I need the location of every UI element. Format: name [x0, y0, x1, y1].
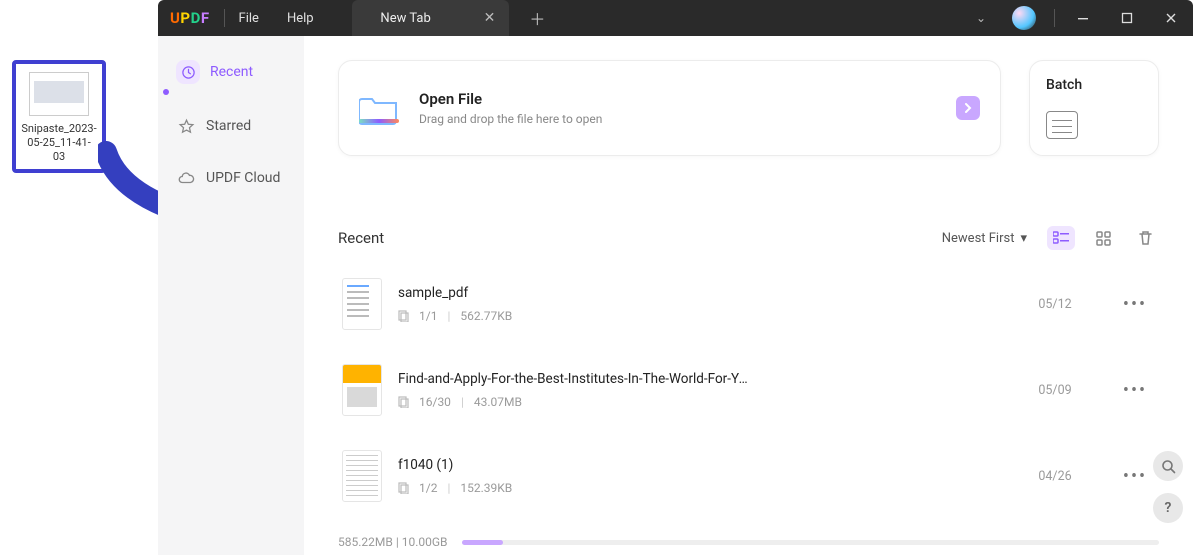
file-thumbnail	[342, 278, 382, 330]
open-file-title: Open File	[419, 90, 602, 108]
file-date: 05/12	[995, 297, 1115, 312]
meta-separator: |	[447, 309, 450, 323]
file-meta: 1/1 | 562.77KB	[398, 309, 995, 323]
file-meta: 16/30 | 43.07MB	[398, 395, 995, 409]
view-grid-button[interactable]	[1089, 226, 1117, 250]
file-info: f1040 (1) 1/2 | 152.39KB	[398, 457, 995, 495]
open-file-text: Open File Drag and drop the file here to…	[419, 90, 602, 126]
desktop-file-icon[interactable]: Snipaste_2023-05-25_11-41-03	[12, 60, 106, 173]
file-info: Find-and-Apply-For-the-Best-Institutes-I…	[398, 371, 995, 409]
recent-header: Recent Newest First ▾	[338, 226, 1159, 250]
sidebar-item-label: Starred	[206, 118, 251, 134]
app-window: UPDF File Help New Tab ✕ ＋ ⌄	[158, 0, 1193, 555]
main-area: Open File Drag and drop the file here to…	[304, 36, 1193, 555]
meta-separator: |	[447, 481, 450, 495]
pages-icon	[398, 482, 409, 494]
titlebar-separator	[1054, 9, 1055, 27]
window-close-button[interactable]	[1149, 0, 1193, 36]
user-avatar[interactable]	[1012, 6, 1036, 30]
file-name: f1040 (1)	[398, 457, 748, 473]
help-icon: ?	[1165, 500, 1172, 516]
file-pages: 1/1	[419, 309, 437, 323]
storage-text: 585.22MB | 10.00GB	[338, 535, 448, 549]
help-fab[interactable]: ?	[1153, 493, 1183, 523]
file-pages: 1/2	[419, 481, 437, 495]
file-size: 152.39KB	[460, 481, 512, 495]
file-more-button[interactable]: •••	[1115, 380, 1155, 401]
sort-label: Newest First	[942, 231, 1015, 246]
recent-section-title: Recent	[338, 229, 384, 247]
titlebar-separator	[224, 9, 225, 27]
storage-bar: 585.22MB | 10.00GB	[338, 535, 1159, 549]
file-name: Find-and-Apply-For-the-Best-Institutes-I…	[398, 371, 748, 387]
folder-icon	[359, 91, 399, 125]
new-tab-button[interactable]: ＋	[529, 6, 545, 30]
sidebar-item-recent[interactable]: Recent	[168, 54, 294, 90]
view-list-button[interactable]	[1047, 226, 1075, 250]
desktop-file-thumbnail	[29, 72, 89, 116]
sidebar-item-starred[interactable]: Starred	[168, 110, 294, 142]
menu-help[interactable]: Help	[287, 11, 314, 26]
app-logo: UPDF	[170, 9, 210, 27]
file-meta: 1/2 | 152.39KB	[398, 481, 995, 495]
open-file-arrow-icon	[956, 96, 980, 120]
file-name: sample_pdf	[398, 285, 748, 301]
pages-icon	[398, 310, 409, 322]
top-cards-row: Open File Drag and drop the file here to…	[338, 60, 1159, 156]
floating-buttons: ?	[1153, 451, 1183, 523]
sidebar-item-label: Recent	[210, 64, 253, 80]
sidebar-item-label: UPDF Cloud	[206, 170, 280, 186]
search-fab[interactable]	[1153, 451, 1183, 481]
star-icon	[176, 116, 196, 136]
view-toggle-group	[1047, 226, 1159, 250]
file-row[interactable]: Find-and-Apply-For-the-Best-Institutes-I…	[338, 350, 1159, 430]
window-controls	[1061, 0, 1193, 36]
file-row[interactable]: f1040 (1) 1/2 | 152.39KB 04/26 •••	[338, 436, 1159, 516]
file-date: 04/26	[995, 469, 1115, 484]
open-file-subtitle: Drag and drop the file here to open	[419, 112, 602, 126]
sidebar: Recent Starred UPDF Cloud	[158, 36, 304, 555]
window-minimize-button[interactable]	[1061, 0, 1105, 36]
file-size: 43.07MB	[474, 395, 522, 409]
tab-title: New Tab	[366, 11, 446, 26]
batch-icon	[1046, 111, 1078, 139]
sidebar-active-indicator	[163, 89, 169, 95]
file-info: sample_pdf 1/1 | 562.77KB	[398, 285, 995, 323]
batch-card[interactable]: Batch	[1029, 60, 1159, 156]
batch-title: Batch	[1046, 77, 1142, 93]
window-maximize-button[interactable]	[1105, 0, 1149, 36]
file-pages: 16/30	[419, 395, 451, 409]
menu-file[interactable]: File	[239, 11, 259, 26]
sidebar-item-cloud[interactable]: UPDF Cloud	[168, 162, 294, 194]
titlebar-right: ⌄	[962, 0, 1193, 36]
desktop-file-name: Snipaste_2023-05-25_11-41-03	[21, 122, 96, 163]
tab-close-icon[interactable]: ✕	[484, 10, 496, 26]
file-list: sample_pdf 1/1 | 562.77KB 05/12 •••	[338, 264, 1159, 516]
pages-icon	[398, 396, 409, 408]
tab-new-tab[interactable]: New Tab ✕	[352, 0, 510, 36]
clock-icon	[176, 60, 200, 84]
titlebar: UPDF File Help New Tab ✕ ＋ ⌄	[158, 0, 1193, 36]
file-more-button[interactable]: •••	[1115, 294, 1155, 315]
open-file-card[interactable]: Open File Drag and drop the file here to…	[338, 60, 1001, 156]
file-thumbnail	[342, 364, 382, 416]
file-date: 05/09	[995, 383, 1115, 398]
storage-progress	[462, 540, 1159, 545]
chevron-down-icon: ▾	[1020, 231, 1027, 246]
sort-dropdown[interactable]: Newest First ▾	[942, 231, 1027, 246]
file-thumbnail	[342, 450, 382, 502]
cloud-icon	[176, 168, 196, 188]
delete-button[interactable]	[1131, 226, 1159, 250]
file-row[interactable]: sample_pdf 1/1 | 562.77KB 05/12 •••	[338, 264, 1159, 344]
meta-separator: |	[461, 395, 464, 409]
tabs-dropdown-icon[interactable]: ⌄	[962, 11, 1000, 25]
file-size: 562.77KB	[460, 309, 512, 323]
file-more-button[interactable]: •••	[1115, 466, 1155, 487]
app-body: Recent Starred UPDF Cloud	[158, 36, 1193, 555]
